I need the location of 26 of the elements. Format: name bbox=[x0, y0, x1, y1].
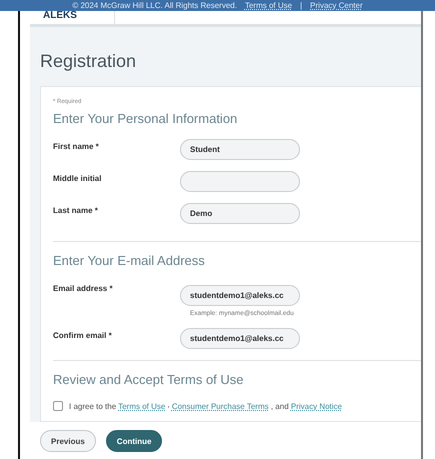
page-title: Registration bbox=[40, 51, 138, 72]
terms-link[interactable]: Terms of Use bbox=[244, 0, 292, 11]
field-label: Last name * bbox=[53, 205, 99, 215]
field-label: Middle initial bbox=[53, 173, 102, 183]
separator: | bbox=[300, 0, 302, 11]
previous-button[interactable]: Previous bbox=[40, 430, 96, 452]
field-label: First name * bbox=[53, 141, 100, 151]
text-field[interactable]: studentdemo1@aleks.cc bbox=[180, 328, 300, 349]
policy-link[interactable]: Consumer Purchase Terms bbox=[172, 402, 269, 411]
text-field[interactable] bbox=[180, 171, 300, 192]
text-field[interactable]: Demo bbox=[180, 203, 300, 224]
section-heading: Enter Your E-mail Address bbox=[53, 253, 206, 268]
field-label: Email address * bbox=[53, 283, 114, 293]
text-field[interactable]: Student bbox=[180, 139, 300, 160]
agree-checkbox[interactable] bbox=[53, 400, 63, 410]
field-label: Confirm email * bbox=[53, 330, 113, 340]
privacy-link[interactable]: Privacy Center bbox=[310, 0, 363, 11]
agreement-text: I agree to the Terms of Use , Consumer Purchase Terms , and Privacy Notice bbox=[69, 400, 342, 411]
policy-link[interactable]: Privacy Notice bbox=[290, 402, 342, 411]
section-heading: Enter Your Personal Information bbox=[53, 111, 238, 126]
section-heading: Review and Accept Terms of Use bbox=[53, 372, 245, 387]
continue-button[interactable]: Continue bbox=[106, 430, 162, 452]
policy-link[interactable]: Terms of Use bbox=[118, 402, 166, 411]
text-field[interactable]: studentdemo1@aleks.cc bbox=[180, 285, 300, 306]
copyright-text: © 2024 McGraw Hill LLC. All Rights Reserved. bbox=[72, 0, 237, 11]
logo[interactable]: ALEKS bbox=[43, 11, 115, 24]
